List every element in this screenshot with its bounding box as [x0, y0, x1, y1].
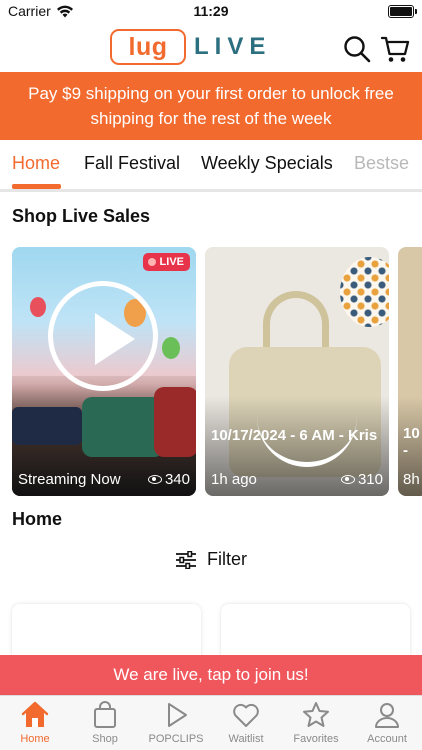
home-section-title: Home [12, 509, 63, 529]
tab-home[interactable]: Home [12, 153, 60, 174]
battery-icon [388, 5, 417, 18]
nav-label: Account [367, 733, 407, 745]
live-sale-card[interactable]: 10/17/2024 - 6 AM - Kris 1h ago 310 [205, 247, 389, 496]
filter-sliders-icon [176, 550, 196, 569]
nav-account[interactable]: Account [352, 700, 422, 745]
cart-icon[interactable] [380, 34, 410, 64]
nav-home[interactable]: Home [0, 700, 70, 745]
nav-waitlist[interactable]: Waitlist [211, 700, 281, 745]
live-sales-title: Shop Live Sales [12, 206, 151, 226]
eye-icon [147, 475, 162, 484]
filter-button[interactable]: Filter [175, 549, 247, 570]
app-header: lug LIVE [0, 24, 422, 72]
stream-status: Streaming Now [18, 471, 121, 488]
view-count: 310 [340, 471, 383, 488]
promo-banner[interactable]: Pay $9 shipping on your first order to u… [0, 72, 422, 140]
nav-label: Home [20, 733, 50, 745]
nav-popclips[interactable]: POPCLIPS [141, 700, 211, 745]
view-count-value: 310 [357, 471, 383, 488]
balloon-decoration [30, 297, 46, 317]
nav-label: Shop [92, 733, 118, 745]
sale-date-dash: - [403, 442, 408, 459]
live-sale-card[interactable]: LIVE Streaming Now 340 [12, 247, 196, 496]
nav-label: Favorites [293, 733, 339, 745]
live-sale-card[interactable]: 10 - 8h [398, 247, 422, 496]
play-triangle [95, 313, 135, 365]
logo-lug-mark: lug [110, 29, 186, 65]
nav-label: Waitlist [228, 733, 264, 745]
sale-date-partial: 10 [403, 425, 420, 442]
time-ago: 8h [403, 471, 420, 488]
home-icon [21, 701, 49, 727]
status-bar: Carrier 11:29 [0, 0, 422, 24]
shopping-bag-icon [94, 701, 116, 728]
product-bag-image [154, 387, 196, 457]
tab-fall-festival[interactable]: Fall Festival [84, 153, 180, 174]
play-icon[interactable] [48, 281, 158, 391]
category-tabs: Home Fall Festival Weekly Specials Bests… [0, 140, 422, 192]
clock: 11:29 [193, 3, 229, 19]
sale-date-host: 10 - [403, 425, 420, 459]
nav-label: POPCLIPS [148, 733, 204, 745]
view-count: 340 [147, 471, 190, 488]
tab-bestsellers[interactable]: Bestse [354, 153, 409, 174]
nav-favorites[interactable]: Favorites [281, 700, 351, 745]
live-badge-label: LIVE [159, 256, 184, 268]
play-icon [168, 703, 187, 727]
balloon-decoration [162, 337, 180, 359]
nav-shop[interactable]: Shop [70, 700, 140, 745]
live-badge: LIVE [142, 253, 190, 271]
bottom-tab-bar: Home Shop POPCLIPS Waitlist Favorites Ac… [0, 695, 422, 750]
active-tab-indicator [12, 184, 61, 189]
tab-weekly-specials[interactable]: Weekly Specials [201, 153, 333, 174]
time-ago: 1h ago [211, 471, 257, 488]
filter-label: Filter [207, 549, 247, 569]
card-footer: 1h ago 310 [211, 471, 383, 488]
person-icon [375, 703, 399, 728]
search-icon[interactable] [342, 34, 372, 64]
star-icon [303, 702, 329, 727]
fabric-swatch-image [340, 257, 389, 327]
live-dot-icon [147, 258, 156, 266]
join-live-banner[interactable]: We are live, tap to join us! [0, 655, 422, 695]
product-bag-image [82, 397, 164, 457]
eye-icon [340, 475, 355, 484]
lug-live-logo[interactable]: lug LIVE [110, 29, 271, 65]
product-bag-image [12, 407, 82, 445]
view-count-value: 340 [164, 471, 190, 488]
card-footer: Streaming Now 340 [18, 471, 190, 488]
sale-date-host: 10/17/2024 - 6 AM - Kris [211, 427, 378, 444]
logo-live-text: LIVE [194, 33, 272, 60]
heart-icon [233, 703, 259, 727]
